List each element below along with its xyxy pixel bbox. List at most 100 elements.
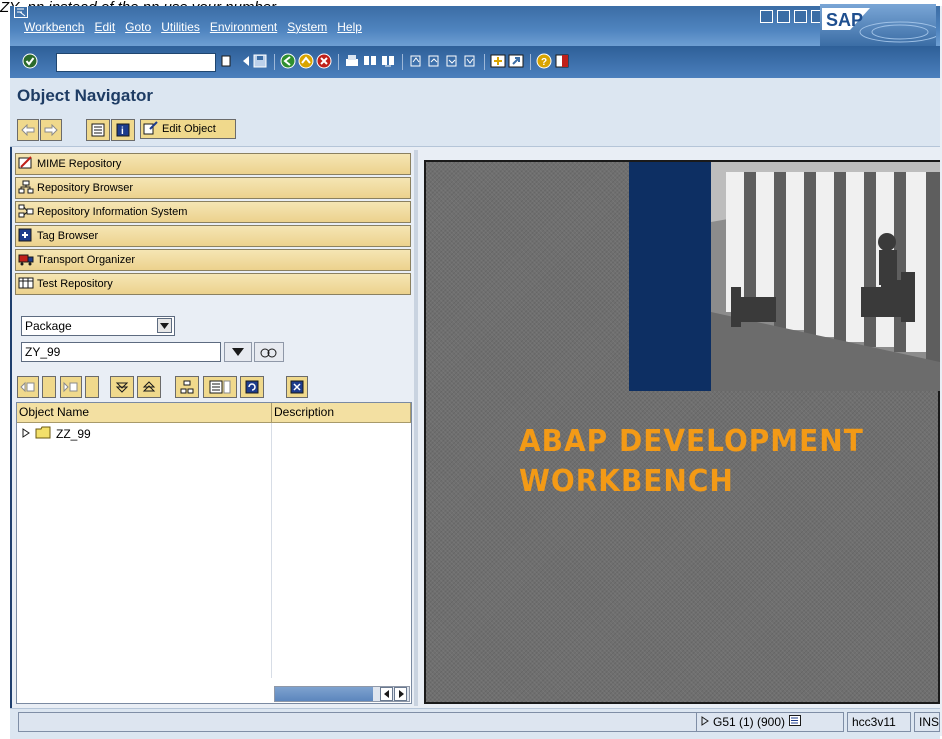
info-system-icon xyxy=(18,204,34,221)
previous-object-doc-icon[interactable] xyxy=(42,376,56,398)
print-icon[interactable] xyxy=(344,52,360,70)
tab-transport-organizer[interactable]: Transport Organizer xyxy=(15,249,411,271)
back-arrow-button[interactable] xyxy=(17,119,39,141)
toolbar-separator xyxy=(484,54,485,70)
next-page-icon[interactable] xyxy=(444,52,460,70)
display-button[interactable] xyxy=(254,342,284,362)
toolbar-separator xyxy=(274,54,275,70)
edit-object-button[interactable]: Edit Object xyxy=(140,119,236,139)
menu-system-icon[interactable] xyxy=(14,6,28,18)
edit-object-icon xyxy=(143,120,159,138)
tab-label: Transport Organizer xyxy=(37,254,136,266)
svg-text:i: i xyxy=(121,126,124,137)
toolbar-separator xyxy=(530,54,531,70)
shortcut-icon[interactable] xyxy=(508,52,524,70)
toolbar-separator xyxy=(338,54,339,70)
find-next-icon[interactable] xyxy=(380,52,396,70)
minimize-icon[interactable] xyxy=(777,10,790,23)
play-icon[interactable] xyxy=(701,713,709,731)
command-field[interactable] xyxy=(56,53,216,72)
layout-menu-icon[interactable] xyxy=(554,52,570,70)
menu-system[interactable]: System xyxy=(287,20,327,34)
tab-label: MIME Repository xyxy=(37,158,122,170)
enter-icon[interactable] xyxy=(22,52,38,70)
scroll-left-icon[interactable] xyxy=(380,687,393,701)
object-list-icon[interactable] xyxy=(203,376,237,398)
object-type-select[interactable]: Package xyxy=(21,316,175,336)
hierarchy-icon xyxy=(18,180,34,197)
tag-icon xyxy=(18,228,34,245)
find-icon[interactable] xyxy=(362,52,378,70)
office-photo xyxy=(711,162,940,391)
customize-icon[interactable] xyxy=(760,10,773,23)
tab-repository-browser[interactable]: Repository Browser xyxy=(15,177,411,199)
sap-logo-text: SAP xyxy=(826,10,863,30)
tab-label: Repository Browser xyxy=(37,182,133,194)
chevron-down-icon[interactable] xyxy=(157,318,172,333)
info-button[interactable]: i xyxy=(111,119,135,141)
truck-icon xyxy=(18,252,34,269)
command-history-icon[interactable] xyxy=(218,52,234,70)
scroll-right-icon[interactable] xyxy=(394,687,407,701)
previous-page-icon[interactable] xyxy=(426,52,442,70)
column-header-description[interactable]: Description xyxy=(272,403,411,423)
display-navigation-window-button[interactable] xyxy=(86,119,110,141)
exit-icon[interactable] xyxy=(298,52,314,70)
tab-repository-information-system[interactable]: Repository Information System xyxy=(15,201,411,223)
last-page-icon[interactable] xyxy=(462,52,478,70)
tree-row[interactable]: ZZ_99 xyxy=(22,426,91,442)
tab-label: Repository Information System xyxy=(37,206,188,218)
menu-environment[interactable]: Environment xyxy=(210,20,277,34)
pane-splitter[interactable] xyxy=(414,150,418,706)
menu-goto[interactable]: Goto xyxy=(125,20,151,34)
maximize-icon[interactable] xyxy=(794,10,807,23)
previous-object-icon[interactable] xyxy=(17,376,39,398)
status-list-icon[interactable] xyxy=(789,713,802,731)
cancel-icon[interactable] xyxy=(316,52,332,70)
object-tree xyxy=(16,402,412,704)
headline-line-2: WORKBENCH xyxy=(519,463,734,499)
decorative-blue-band xyxy=(629,162,711,391)
insert-mode-field[interactable]: INS xyxy=(914,712,940,732)
expand-all-icon[interactable] xyxy=(110,376,134,398)
tab-label: Test Repository xyxy=(37,278,113,290)
dropdown-button[interactable] xyxy=(224,342,252,362)
tab-label: Tag Browser xyxy=(37,230,99,242)
back-icon[interactable] xyxy=(280,52,296,70)
folder-icon xyxy=(35,426,51,442)
menu-utilities[interactable]: Utilities xyxy=(161,20,200,34)
close-browser-icon[interactable] xyxy=(286,376,308,398)
menu-edit[interactable]: Edit xyxy=(94,20,115,34)
test-icon xyxy=(18,276,34,293)
system-info-text: G51 (1) (900) xyxy=(713,715,786,729)
new-session-icon[interactable] xyxy=(490,52,506,70)
help-icon[interactable]: ? xyxy=(536,52,552,70)
forward-arrow-button[interactable] xyxy=(40,119,62,141)
menu-workbench[interactable]: Workbench xyxy=(24,20,84,34)
edit-object-label: Edit Object xyxy=(162,123,216,135)
next-object-icon[interactable] xyxy=(60,376,82,398)
menu-help[interactable]: Help xyxy=(337,20,362,34)
save-icon[interactable] xyxy=(252,52,268,70)
hierarchy-up-icon[interactable] xyxy=(175,376,199,398)
tab-mime-repository[interactable]: MIME Repository xyxy=(15,153,411,175)
system-info-field[interactable]: G51 (1) (900) xyxy=(696,712,844,732)
tab-tag-browser[interactable]: Tag Browser xyxy=(15,225,411,247)
sap-logo: SAP xyxy=(820,4,941,46)
refresh-icon[interactable] xyxy=(240,376,264,398)
toolbar-separator xyxy=(402,54,403,70)
tab-test-repository[interactable]: Test Repository xyxy=(15,273,411,295)
tree-row-name: ZZ_99 xyxy=(56,427,91,441)
first-page-icon[interactable] xyxy=(408,52,424,70)
collapse-all-icon[interactable] xyxy=(137,376,161,398)
scrollbar-thumb[interactable] xyxy=(275,687,373,701)
expand-icon[interactable] xyxy=(22,427,30,441)
column-divider xyxy=(271,423,272,678)
window-controls xyxy=(760,10,824,23)
column-header-object-name[interactable]: Object Name xyxy=(17,403,272,423)
insert-mode: INS xyxy=(919,715,940,729)
object-name-input[interactable]: ZY_99 xyxy=(21,342,221,362)
next-object-doc-icon[interactable] xyxy=(85,376,99,398)
svg-text:?: ? xyxy=(541,57,547,68)
menu-items: Workbench Edit Goto Utilities Environmen… xyxy=(24,20,362,34)
